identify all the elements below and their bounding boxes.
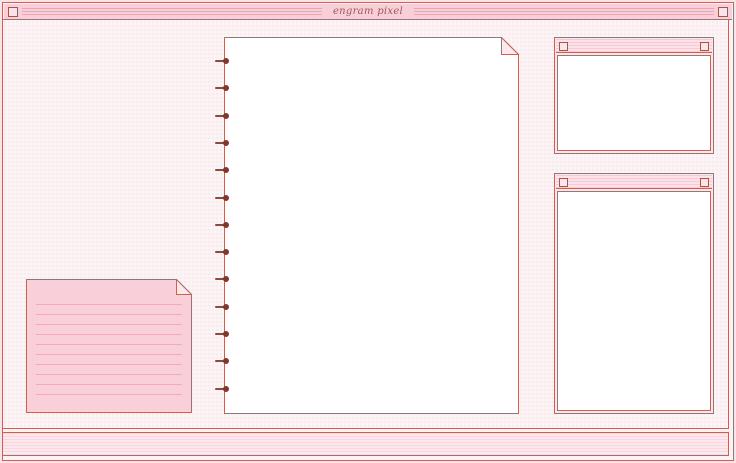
ring-hole [223, 358, 229, 365]
spiral-ring-icon [215, 275, 231, 283]
status-bar [2, 432, 729, 456]
ring-hole [223, 139, 229, 146]
ring-hole [223, 276, 229, 283]
spiral-ring-icon [215, 139, 231, 147]
notebook-page [224, 37, 520, 414]
ring-hole [223, 194, 229, 201]
window-close-icon[interactable] [718, 7, 728, 17]
mini-window-bottom-menu-icon[interactable] [559, 178, 568, 187]
mini-window-top-close-icon[interactable] [700, 42, 709, 51]
spiral-ring-icon [215, 194, 231, 202]
spiral-ring-icon [215, 248, 231, 256]
sticky-note[interactable] [26, 279, 192, 413]
ring-hole [223, 85, 229, 92]
spiral-ring-icon [215, 385, 231, 393]
spiral-ring-icon [215, 330, 231, 338]
spiral-ring-icon [215, 112, 231, 120]
spiral-ring-icon [215, 221, 231, 229]
ring-hole [223, 221, 229, 228]
mini-window-bottom-close-icon[interactable] [700, 178, 709, 187]
spiral-ring-icon [215, 303, 231, 311]
ring-hole [223, 303, 229, 310]
mini-window-bottom-titlebar[interactable] [556, 175, 712, 189]
mini-window-bottom-content[interactable] [557, 191, 711, 411]
ring-hole [223, 331, 229, 337]
ring-hole [223, 385, 229, 392]
mini-window-top-content[interactable] [557, 55, 711, 151]
ring-hole [223, 58, 229, 64]
spiral-ring-icon [215, 357, 231, 365]
spiral-ring-icon [215, 57, 231, 65]
spiral-ring-icon [215, 166, 231, 174]
ring-hole [223, 167, 229, 174]
mini-window-bottom [554, 173, 714, 414]
notebook[interactable] [215, 37, 520, 414]
window-title: engram pixel [332, 6, 404, 17]
ring-hole [223, 249, 229, 256]
mini-window-top-titlebar[interactable] [556, 39, 712, 53]
spiral-ring-icon [215, 84, 231, 92]
sticky-note-lines [36, 295, 182, 403]
mini-window-top [554, 37, 714, 154]
title-bar[interactable]: engram pixel [4, 4, 732, 20]
mini-window-top-menu-icon[interactable] [559, 42, 568, 51]
ring-hole [223, 112, 229, 119]
